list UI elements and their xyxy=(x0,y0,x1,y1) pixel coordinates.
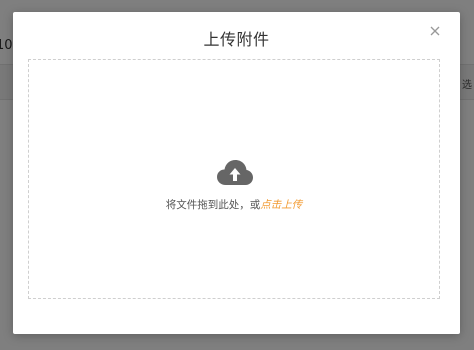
dropzone-hint: 将文件拖到此处，或点击上传 xyxy=(29,197,439,212)
file-dropzone[interactable]: 将文件拖到此处，或点击上传 xyxy=(28,59,440,299)
dropzone-hint-text: 将文件拖到此处，或 xyxy=(165,199,261,211)
upload-attachment-dialog: 上传附件 将文件拖到此处，或点击上传 xyxy=(13,12,460,334)
dialog-title: 上传附件 xyxy=(203,30,270,49)
close-icon[interactable] xyxy=(428,24,442,38)
cloud-upload-icon xyxy=(217,160,253,185)
click-upload-link[interactable]: 点击上传 xyxy=(260,199,302,211)
